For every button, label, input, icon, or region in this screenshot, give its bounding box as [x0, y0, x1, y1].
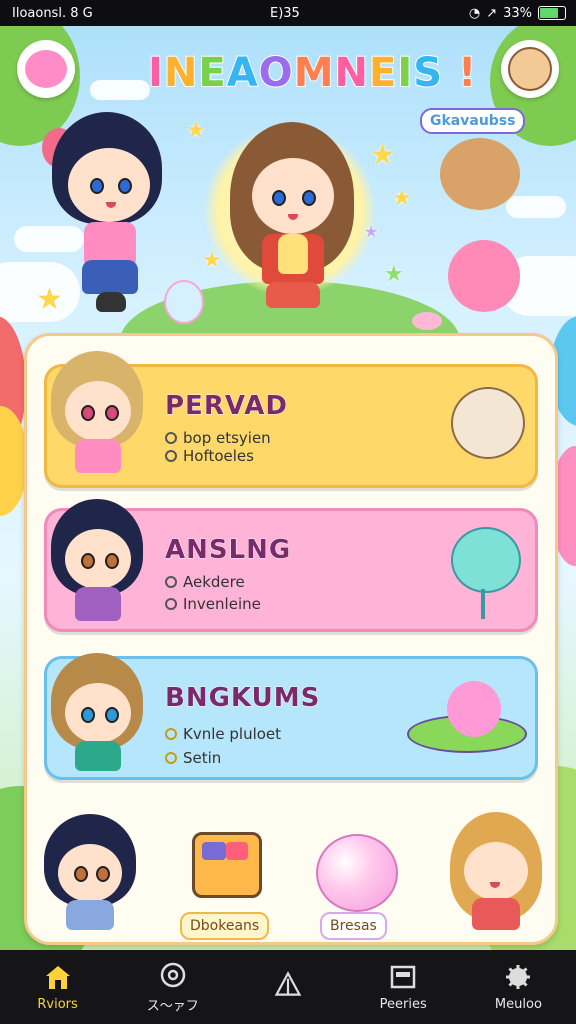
nav-item-camp[interactable]: [230, 950, 345, 1024]
hero-character-dark-hair: [42, 112, 176, 322]
card-item: Setin: [165, 749, 221, 767]
status-carrier: Iloaonsl. 8 G: [12, 5, 93, 21]
tent-icon: [273, 970, 303, 998]
profile-button[interactable]: [501, 40, 559, 98]
avatar: [508, 47, 552, 91]
toy-box-label[interactable]: Dbokeans: [180, 912, 270, 940]
card-item: bop etsyien: [165, 429, 271, 447]
card-item: Kvnle pluloet: [165, 725, 281, 743]
page-title: INEAOMNEIS !: [147, 49, 478, 97]
card-item: Hoftoeles: [165, 447, 254, 465]
nav-label: Rviors: [37, 996, 78, 1012]
bullet-icon: [165, 728, 177, 740]
nav-item-explore[interactable]: ス〜ァフ: [115, 950, 230, 1024]
star-icon: ★: [364, 222, 379, 241]
status-right: ◔ ↗ 33%: [469, 6, 566, 21]
card-item: Invenleine: [165, 595, 261, 613]
battery-percent: 33%: [503, 5, 532, 21]
star-icon: ★: [186, 118, 206, 143]
signal-icon: ↗: [486, 5, 498, 21]
card-item: Aekdere: [165, 573, 245, 591]
star-icon: ★: [370, 138, 396, 171]
bullet-icon: [165, 450, 177, 462]
alarm-icon: ◔: [468, 5, 481, 21]
card-character-light-brown-hair: [47, 653, 147, 777]
pink-pet-button[interactable]: [17, 40, 75, 98]
nav-label: Peeries: [379, 996, 427, 1012]
fox-mascot: [440, 138, 520, 210]
subtitle-badge[interactable]: Gkavaubss: [420, 108, 526, 134]
card-title: ANSLNG: [164, 535, 292, 566]
star-icon: ★: [392, 186, 412, 211]
menu-card-pervad[interactable]: PERVAD bop etsyien Hoftoeles: [44, 351, 538, 488]
cloud: [90, 80, 150, 100]
lollipop-stick: [481, 589, 485, 619]
bottom-character-dark-hair: [40, 814, 140, 932]
card-character-dark-hair: [47, 499, 147, 629]
battery-icon: [538, 6, 566, 20]
ghost-mascot: [447, 681, 501, 737]
home-icon: [43, 963, 73, 991]
calendar-icon: [388, 963, 418, 991]
bottom-character-blonde: [446, 812, 546, 934]
cream-blob-mascot: [451, 387, 525, 459]
bubble-button[interactable]: [314, 830, 398, 912]
nav-item-home[interactable]: Rviors: [0, 950, 115, 1024]
status-time: E)35: [270, 5, 300, 21]
bottom-nav: Rviors ス〜ァフ Peeries Meuloo: [0, 950, 576, 1024]
hero-character-brown-hair: [224, 122, 364, 322]
star-icon: ★: [384, 262, 404, 287]
small-blob-mascot: [412, 312, 442, 330]
compass-icon: [158, 961, 188, 989]
pink-pet-icon: [25, 50, 67, 88]
card-title: BNGKUMS: [164, 683, 321, 714]
status-bar: Iloaonsl. 8 G E)35 ◔ ↗ 33%: [0, 0, 576, 26]
bullet-icon: [165, 752, 177, 764]
bullet-icon: [165, 598, 177, 610]
bubble-icon: [316, 834, 398, 912]
gear-icon: [503, 963, 533, 991]
menu-card-anslng[interactable]: ANSLNG Aekdere Invenleine: [44, 499, 538, 632]
nav-item-peeries[interactable]: Peeries: [346, 950, 461, 1024]
card-title: PERVAD: [165, 391, 288, 422]
lollipop-mascot: [451, 527, 521, 593]
cloud: [506, 196, 566, 218]
star-icon: ★: [202, 248, 222, 273]
bullet-icon: [165, 432, 177, 444]
pink-blob-mascot: [448, 240, 520, 312]
toy-box-button[interactable]: [186, 822, 266, 902]
jar-mascot: [164, 280, 204, 324]
nav-item-settings[interactable]: Meuloo: [461, 950, 576, 1024]
nav-label: Meuloo: [494, 996, 542, 1012]
bullet-icon: [165, 576, 177, 588]
bubble-label[interactable]: Bresas: [320, 912, 387, 940]
nav-label: ス〜ァフ: [146, 998, 199, 1014]
menu-card-bngkums[interactable]: BNGKUMS Kvnle pluloet Setin: [44, 653, 538, 780]
card-character-blonde: [47, 351, 147, 481]
